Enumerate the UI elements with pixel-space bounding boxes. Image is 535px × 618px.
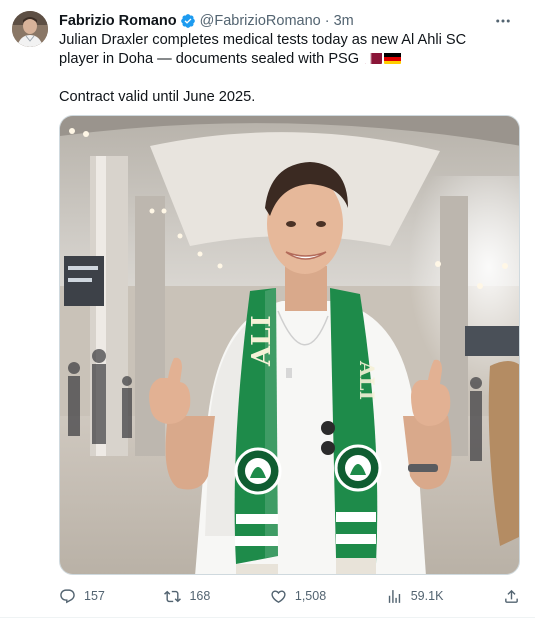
- svg-text:ALI: ALI: [355, 360, 379, 400]
- timestamp[interactable]: 3m: [334, 13, 354, 29]
- author-handle[interactable]: @FabrizioRomano: [200, 13, 321, 29]
- tweet-text-line1: Julian Draxler completes medical tests t…: [59, 32, 467, 67]
- share-icon: [505, 589, 518, 603]
- reply-button[interactable]: 157: [59, 588, 105, 605]
- like-count: 1,508: [294, 589, 327, 603]
- avatar[interactable]: [12, 11, 48, 47]
- more-options-icon[interactable]: [491, 11, 515, 31]
- scarf-lettering: ALI: [247, 315, 277, 367]
- share-button[interactable]: [503, 588, 520, 605]
- tweet: Fabrizio Romano @FabrizioRomano · 3m Jul…: [0, 0, 535, 618]
- views-count: 59.1K: [410, 589, 444, 603]
- repost-button[interactable]: 168: [164, 588, 210, 605]
- tweet-actions: 157 168 1,508 59.1K: [59, 586, 520, 606]
- tweet-photo[interactable]: ALI ALI: [59, 115, 520, 575]
- tweet-text-line2: Contract valid until June 2025.: [59, 89, 256, 105]
- repost-icon: [164, 590, 182, 602]
- views-button[interactable]: 59.1K: [386, 588, 444, 605]
- like-button[interactable]: 1,508: [270, 588, 326, 605]
- qatar-flag-icon: [365, 52, 383, 64]
- tweet-text: Julian Draxler completes medical tests t…: [59, 31, 509, 107]
- repost-count: 168: [189, 589, 211, 603]
- verified-badge-icon: [180, 13, 196, 29]
- views-chart-icon: [388, 589, 400, 603]
- author-name[interactable]: Fabrizio Romano: [59, 13, 177, 29]
- reply-count: 157: [84, 589, 105, 603]
- germany-flag-icon: [384, 52, 402, 64]
- reply-icon: [60, 588, 75, 603]
- tweet-header: Fabrizio Romano @FabrizioRomano · 3m: [59, 11, 523, 31]
- heart-icon: [271, 589, 286, 603]
- separator-dot: ·: [324, 13, 330, 29]
